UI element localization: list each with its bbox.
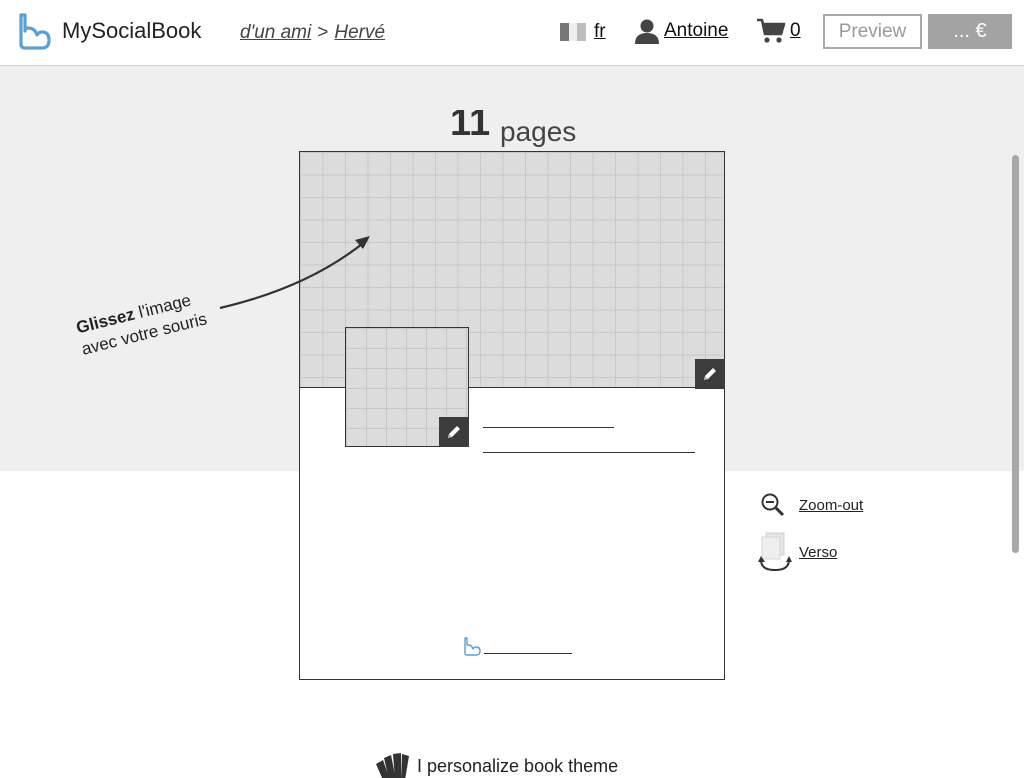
- breadcrumb-herve-link[interactable]: Hervé: [334, 22, 385, 43]
- breadcrumb-separator: >: [317, 22, 329, 43]
- brand-name: MySocialBook: [62, 18, 202, 43]
- heart-logo-icon: [464, 637, 481, 656]
- breadcrumb: d'un ami > Hervé: [240, 22, 385, 44]
- pages-label: pages: [500, 116, 577, 147]
- cart[interactable]: 0: [756, 18, 801, 44]
- price-button[interactable]: ... €: [928, 14, 1012, 49]
- page: MySocialBook d'un ami >Hervé fr Antoine: [0, 0, 1024, 778]
- personalize-theme[interactable]: I personalize book theme: [374, 752, 618, 778]
- subtitle-text-line[interactable]: [483, 452, 695, 453]
- pencil-icon: [448, 426, 460, 438]
- verso-tool[interactable]: Verso: [758, 532, 837, 572]
- breadcrumb-friend-link[interactable]: d'un ami: [240, 22, 311, 43]
- personalize-theme-label[interactable]: I personalize book theme: [417, 756, 618, 777]
- hint-arrow-icon: [219, 236, 370, 310]
- zoom-out-icon: [761, 493, 785, 517]
- cart-icon: [757, 18, 786, 43]
- flip-page-icon: [758, 532, 792, 572]
- flag-icon: [560, 23, 587, 41]
- pencil-icon: [704, 368, 716, 380]
- top-header: MySocialBook d'un ami >Hervé fr Antoine: [0, 0, 1024, 66]
- name-text-line[interactable]: [483, 427, 614, 428]
- scrollbar-thumb[interactable]: [1012, 155, 1019, 553]
- book-page: [299, 151, 725, 680]
- footer-text-line: [484, 653, 572, 654]
- zoom-out-tool[interactable]: Zoom-out: [760, 492, 863, 518]
- verso-link[interactable]: Verso: [799, 544, 837, 561]
- zoom-out-link[interactable]: Zoom-out: [799, 497, 863, 514]
- edit-cover-button[interactable]: [695, 359, 725, 389]
- brand-logo[interactable]: MySocialBook: [16, 12, 201, 50]
- user-menu[interactable]: Antoine: [634, 18, 728, 44]
- preview-button[interactable]: Preview: [823, 14, 922, 49]
- cart-count[interactable]: 0: [790, 20, 801, 42]
- language-switcher[interactable]: fr: [560, 21, 606, 43]
- heart-logo-icon: [19, 13, 51, 50]
- user-name-link[interactable]: Antoine: [664, 20, 728, 42]
- swatches-icon: [376, 753, 409, 778]
- page-count-title: 11 pages: [446, 110, 586, 150]
- page-footer: [462, 636, 572, 656]
- edit-profile-button[interactable]: [439, 417, 469, 447]
- language-link[interactable]: fr: [594, 21, 606, 43]
- user-icon: [635, 19, 659, 44]
- page-count: 11: [450, 110, 491, 144]
